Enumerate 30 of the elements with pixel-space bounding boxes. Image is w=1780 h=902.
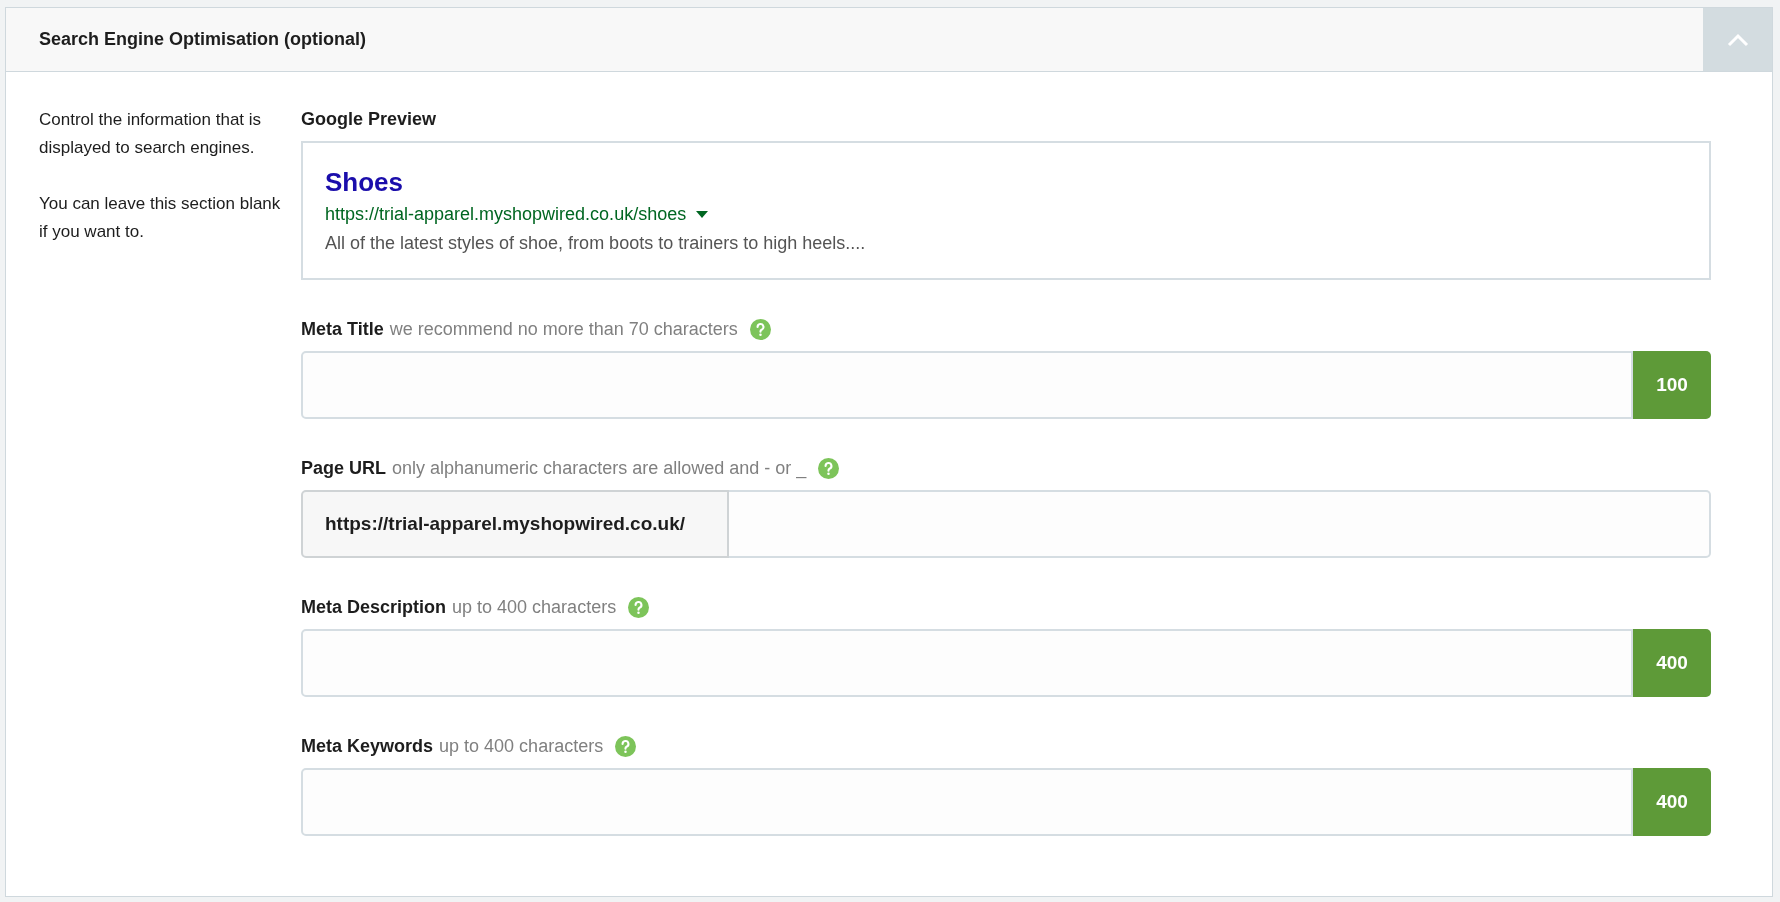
character-counter: 400 xyxy=(1633,629,1711,697)
intro-text: You can leave this section blank if you want to. xyxy=(39,193,281,243)
preview-title-link[interactable]: Shoes xyxy=(325,167,404,197)
field-label: Meta Title xyxy=(301,318,384,341)
collapse-button[interactable] xyxy=(1703,8,1772,71)
field-label: Page URL xyxy=(301,457,387,480)
help-icon[interactable] xyxy=(628,597,650,618)
intro-text: Control the information that is displayed to search engines. xyxy=(39,109,263,159)
text-field[interactable] xyxy=(301,629,1633,697)
field-hint: up to 400 characters xyxy=(439,735,604,758)
help-icon[interactable] xyxy=(818,458,840,479)
preview-description: All of the latest styles of shoe, from boots to trainers to high heels.... xyxy=(325,232,866,255)
help-icon[interactable] xyxy=(749,319,771,340)
preview-url: https://trial-apparel.myshopwired.co.uk/shoes xyxy=(325,203,687,226)
text-field[interactable] xyxy=(301,351,1633,419)
character-counter: 400 xyxy=(1633,768,1711,836)
help-icon[interactable] xyxy=(615,736,637,757)
field-label: Meta Keywords xyxy=(301,735,434,758)
character-counter: 100 xyxy=(1633,351,1711,419)
field-hint: only alphanumeric characters are allowed and - or _ xyxy=(392,457,807,481)
url-field[interactable] xyxy=(729,490,1711,558)
panel-title: Search Engine Optimisation (optional) xyxy=(38,28,368,51)
field-hint: we recommend no more than 70 characters xyxy=(389,318,738,341)
dropdown-arrow-icon[interactable] xyxy=(696,211,709,218)
field-label: Meta Description xyxy=(301,596,447,619)
text-field[interactable] xyxy=(301,768,1633,836)
chevron-icon xyxy=(1726,32,1749,47)
url-prefix: https://trial-apparel.myshopwired.co.uk/ xyxy=(301,490,729,558)
preview-label: Google Preview xyxy=(301,108,438,131)
field-hint: up to 400 characters xyxy=(452,596,617,619)
